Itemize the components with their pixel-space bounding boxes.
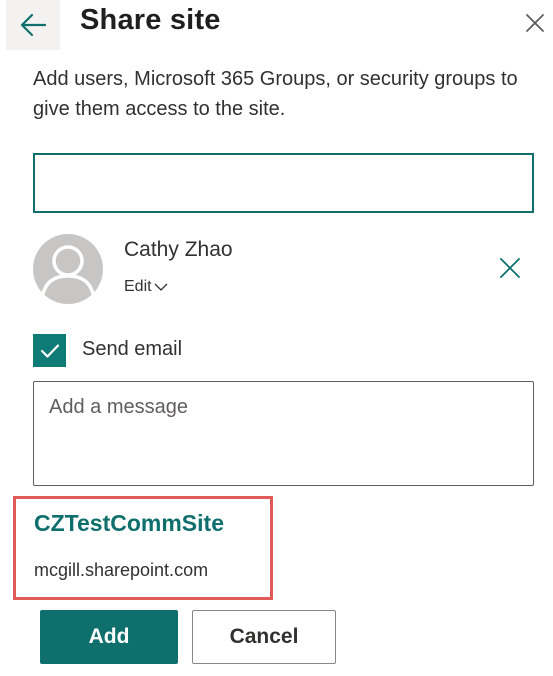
remove-person-button[interactable] [496, 254, 524, 282]
panel-title: Share site [80, 4, 221, 36]
back-button[interactable] [6, 0, 60, 50]
panel-description: Add users, Microsoft 365 Groups, or secu… [33, 68, 518, 120]
people-picker-input[interactable] [33, 153, 534, 213]
message-textarea[interactable] [33, 381, 534, 486]
send-email-checkbox[interactable] [33, 334, 66, 367]
avatar [33, 234, 103, 304]
site-name: CZTestCommSite [34, 510, 224, 536]
permission-dropdown[interactable]: Edit [124, 278, 168, 296]
person-placeholder-icon [40, 245, 96, 299]
send-email-label: Send email [82, 338, 183, 360]
arrow-left-icon [20, 13, 47, 37]
site-url: mcgill.sharepoint.com [34, 560, 209, 580]
add-button[interactable]: Add [40, 610, 178, 664]
person-name: Cathy Zhao [124, 238, 233, 261]
cancel-button[interactable]: Cancel [192, 610, 336, 664]
close-icon [526, 14, 544, 32]
permission-label: Edit [124, 278, 152, 295]
close-icon [500, 258, 520, 278]
checkmark-icon [40, 343, 59, 358]
chevron-down-icon [154, 282, 168, 292]
close-button[interactable] [520, 8, 550, 38]
